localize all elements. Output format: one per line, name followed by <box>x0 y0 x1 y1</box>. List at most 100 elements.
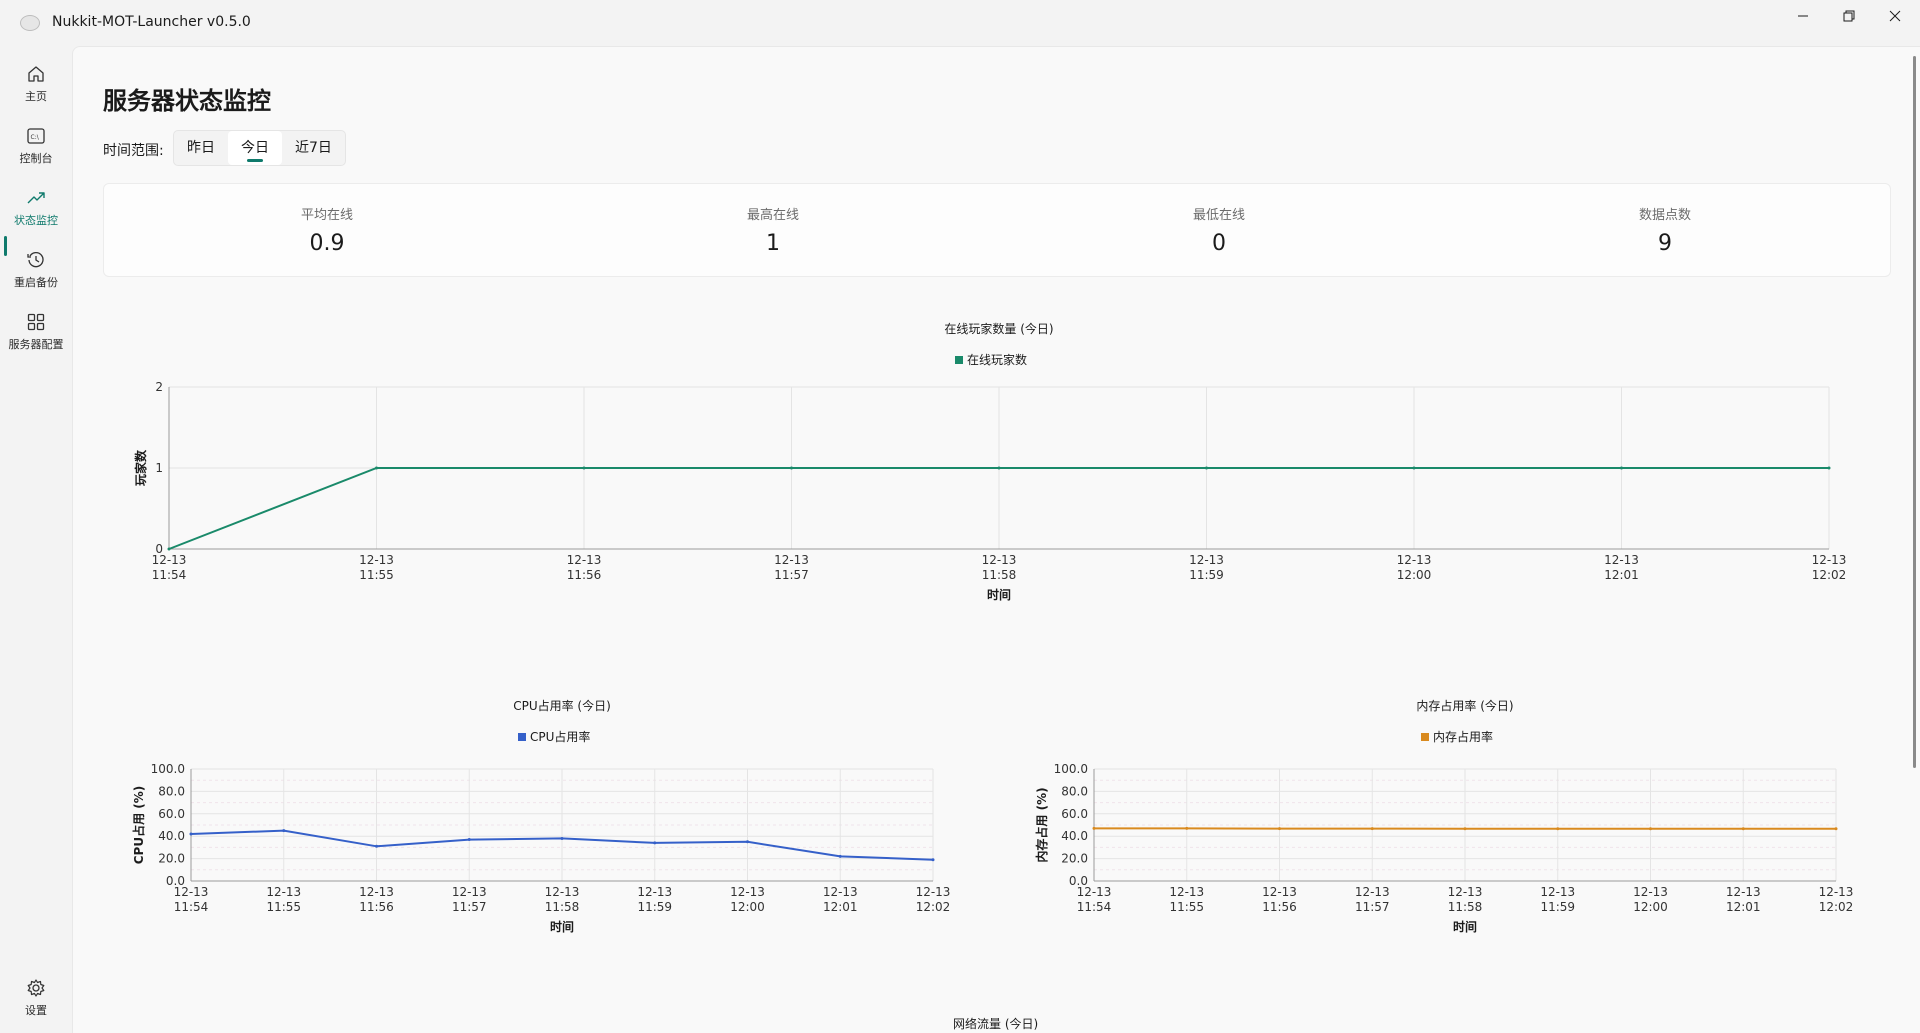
x-tick-label: 12:01 <box>1726 900 1761 914</box>
data-point <box>190 832 193 835</box>
data-point <box>1185 827 1188 830</box>
x-tick-label: 11:54 <box>1077 900 1112 914</box>
sidebar-item-label: 控制台 <box>20 150 53 166</box>
x-tick-label: 12-13 <box>359 885 394 899</box>
stat-min-online: 最低在线 0 <box>996 184 1442 256</box>
data-point <box>1413 467 1416 470</box>
cpu-usage-chart: CPU占用率 (今日)CPU占用率0.020.040.060.080.0100.… <box>73 687 973 991</box>
x-tick-label: 12-13 <box>1077 885 1112 899</box>
x-tick-label: 12-13 <box>1726 885 1761 899</box>
x-tick-label: 12:01 <box>1604 568 1639 582</box>
x-tick-label: 11:55 <box>1169 900 1204 914</box>
x-tick-label: 12:00 <box>1633 900 1668 914</box>
stat-label: 平均在线 <box>104 204 550 223</box>
stat-avg-online: 平均在线 0.9 <box>104 184 550 256</box>
range-option-yesterday[interactable]: 昨日 <box>174 131 228 165</box>
y-axis-title: CPU占用 (%) <box>131 786 146 865</box>
x-tick-label: 12-13 <box>1355 885 1390 899</box>
range-option-7days[interactable]: 近7日 <box>282 131 345 165</box>
time-range-label: 时间范围: <box>103 140 164 160</box>
y-tick-label: 1 <box>155 461 163 475</box>
x-tick-label: 11:56 <box>1262 900 1297 914</box>
sidebar-item-label: 服务器配置 <box>9 336 64 352</box>
x-tick-label: 12-13 <box>359 553 394 567</box>
sidebar-item-label: 重启备份 <box>14 274 58 290</box>
data-point <box>746 840 749 843</box>
network-chart-title: 网络流量 (今日) <box>953 1015 1038 1032</box>
data-point <box>1556 827 1559 830</box>
stat-data-points: 数据点数 9 <box>1442 184 1888 256</box>
sidebar-item-monitor[interactable]: 状态监控 <box>4 182 68 238</box>
restore-button[interactable] <box>1826 0 1872 32</box>
sidebar: 主页 C:\ 控制台 状态监控 重启备份 服务器配置 设置 <box>0 46 72 1032</box>
data-point <box>282 829 285 832</box>
sidebar-item-backup[interactable]: 重启备份 <box>4 244 68 300</box>
y-tick-label: 80.0 <box>158 784 185 798</box>
data-point <box>1278 827 1281 830</box>
data-point <box>1205 467 1208 470</box>
chart-title: 在线玩家数量 (今日) <box>944 321 1053 336</box>
chart-legend: CPU占用率 <box>518 729 590 744</box>
sidebar-item-settings[interactable]: 设置 <box>4 972 68 1028</box>
x-tick-label: 12-13 <box>1633 885 1668 899</box>
legend-label: CPU占用率 <box>530 729 590 744</box>
x-tick-label: 12-13 <box>1604 553 1639 567</box>
sidebar-item-server-config[interactable]: 服务器配置 <box>4 306 68 362</box>
memory-usage-chart: 内存占用率 (今日)内存占用率0.020.040.060.080.0100.01… <box>973 687 1873 991</box>
x-tick-label: 12-13 <box>1262 885 1297 899</box>
data-point <box>1835 827 1838 830</box>
x-tick-label: 12-13 <box>916 885 951 899</box>
svg-text:C:\: C:\ <box>31 134 40 141</box>
minimize-button[interactable] <box>1780 0 1826 32</box>
x-tick-label: 11:58 <box>982 568 1017 582</box>
range-option-today[interactable]: 今日 <box>228 131 282 165</box>
x-tick-label: 12-13 <box>1448 885 1483 899</box>
legend-label: 在线玩家数 <box>967 352 1027 367</box>
y-tick-label: 100.0 <box>1054 762 1088 776</box>
data-point <box>932 858 935 861</box>
close-button[interactable] <box>1872 0 1918 32</box>
data-point <box>1649 827 1652 830</box>
data-point <box>790 467 793 470</box>
data-point <box>561 837 564 840</box>
x-tick-label: 12-13 <box>1169 885 1204 899</box>
close-icon <box>1889 10 1901 22</box>
y-tick-label: 20.0 <box>1061 852 1088 866</box>
trending-up-icon <box>26 188 46 208</box>
y-tick-label: 40.0 <box>158 829 185 843</box>
x-tick-label: 12:00 <box>730 900 765 914</box>
x-tick-label: 11:58 <box>545 900 580 914</box>
x-tick-label: 12-13 <box>1189 553 1224 567</box>
data-point <box>375 467 378 470</box>
x-tick-label: 12:02 <box>1819 900 1854 914</box>
stat-value: 1 <box>550 231 996 256</box>
stat-label: 数据点数 <box>1442 204 1888 223</box>
online-players-chart: 在线玩家数量 (今日)在线玩家数01212-1311:5412-1311:551… <box>73 317 1873 681</box>
minimize-icon <box>1797 10 1809 22</box>
sidebar-item-home[interactable]: 主页 <box>4 58 68 114</box>
x-tick-label: 11:57 <box>452 900 487 914</box>
x-tick-label: 12:02 <box>1812 568 1847 582</box>
scrollbar[interactable] <box>1913 56 1916 768</box>
x-axis-title: 时间 <box>987 587 1011 602</box>
x-tick-label: 11:54 <box>174 900 209 914</box>
data-point <box>1828 467 1831 470</box>
sidebar-item-console[interactable]: C:\ 控制台 <box>4 120 68 176</box>
chart-svg: 在线玩家数量 (今日)在线玩家数01212-1311:5412-1311:551… <box>73 317 1873 677</box>
data-point <box>583 467 586 470</box>
x-tick-label: 12:00 <box>1397 568 1432 582</box>
console-icon: C:\ <box>26 126 46 146</box>
x-tick-label: 11:59 <box>1189 568 1224 582</box>
x-tick-label: 12-13 <box>152 553 187 567</box>
x-tick-label: 11:59 <box>1540 900 1575 914</box>
x-tick-label: 12-13 <box>774 553 809 567</box>
sidebar-item-label: 主页 <box>25 88 47 104</box>
data-point <box>468 838 471 841</box>
x-tick-label: 12:02 <box>916 900 951 914</box>
y-axis-title: 内存占用 (%) <box>1034 787 1049 862</box>
page-title: 服务器状态监控 <box>103 81 271 116</box>
x-tick-label: 12-13 <box>545 885 580 899</box>
x-tick-label: 11:56 <box>359 900 394 914</box>
x-tick-label: 11:57 <box>774 568 809 582</box>
data-point <box>839 855 842 858</box>
